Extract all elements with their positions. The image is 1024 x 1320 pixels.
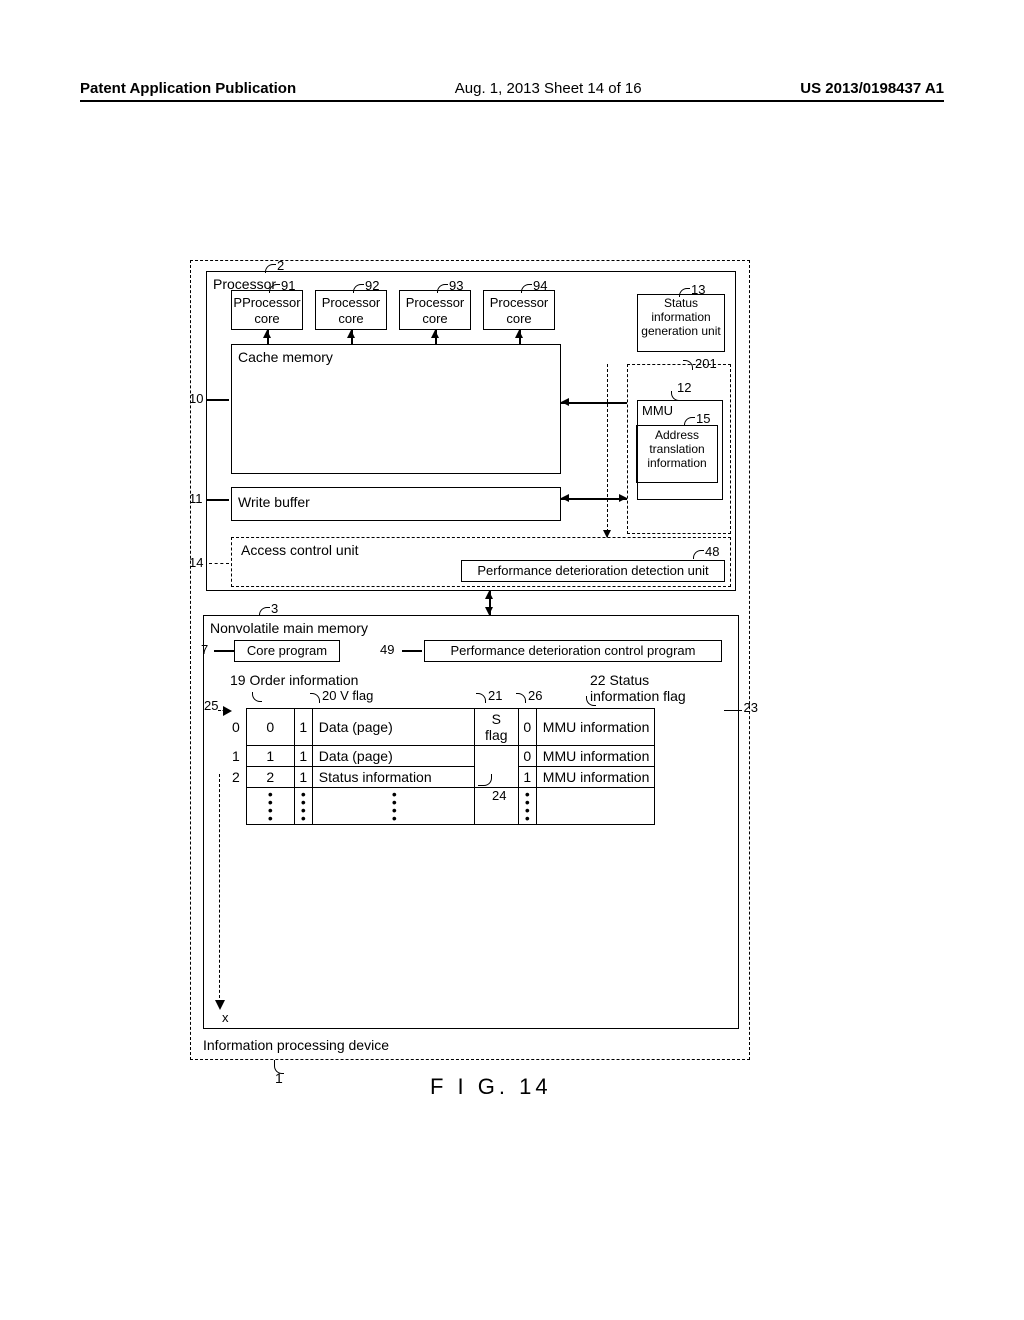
table-row: 1 1 1 Data (page) 0 MMU information	[228, 746, 654, 767]
header-left: Patent Application Publication	[80, 80, 296, 97]
cache-memory: Cache memory	[231, 344, 561, 474]
processor-core-1: PProcessorcore	[231, 290, 303, 330]
diagram: 2 Processor 91 92 93 94 PProcessorcore P…	[190, 260, 750, 1100]
x-label: x	[222, 1010, 229, 1025]
ref-10: 10	[189, 391, 203, 406]
ref-49: 49	[380, 642, 394, 657]
processor-box: Processor 91 92 93 94 PProcessorcore Pro…	[206, 271, 736, 591]
ref-21: 21	[488, 688, 502, 703]
order-info-label: 19 Order information	[230, 672, 358, 688]
ref-15: 15	[696, 411, 710, 426]
table-row: 2 2 1 Status information 1 MMU informati…	[228, 767, 654, 788]
device-label: Information processing device	[203, 1037, 389, 1053]
access-control-unit-label: Access control unit	[241, 542, 359, 558]
processor-core-2: Processorcore	[315, 290, 387, 330]
ref-11: 11	[189, 491, 203, 506]
table-row: 0 0 1 Data (page) S flag 0 MMU informati…	[228, 709, 654, 746]
mmu: MMU 15 Address translation information	[637, 400, 723, 500]
header-center: Aug. 1, 2013 Sheet 14 of 16	[455, 80, 642, 97]
ref-26: 26	[528, 688, 542, 703]
nvmm-label: Nonvolatile main memory	[210, 620, 368, 636]
core-program: Core program	[234, 640, 340, 662]
status-info-gen-unit: Status information generation unit	[637, 294, 725, 352]
ref-7: 7	[201, 642, 208, 657]
processor-core-3: Processorcore	[399, 290, 471, 330]
page-header: Patent Application Publication Aug. 1, 2…	[80, 80, 944, 102]
nonvolatile-main-memory: Nonvolatile main memory 7 Core program 4…	[203, 615, 739, 1029]
table-row-tall: •••• •••• •••• ••••	[228, 788, 654, 825]
index-axis-arrow	[219, 774, 220, 1008]
mmu-label: MMU	[642, 403, 673, 418]
vflag-label: 20 V flag	[322, 688, 373, 703]
memory-table: 0 0 1 Data (page) S flag 0 MMU informati…	[228, 708, 655, 825]
ref-23: 23	[744, 700, 758, 715]
address-translation-info: Address translation information	[636, 425, 718, 483]
ref-3: 3	[271, 601, 278, 616]
ref-48: 48	[705, 544, 719, 559]
status-info-flag-label: 22 Statusinformation flag	[590, 672, 686, 704]
ref-24: 24	[492, 788, 506, 803]
header-right: US 2013/0198437 A1	[800, 80, 944, 97]
ref-1: 1	[275, 1070, 283, 1086]
pd-control-program: Performance deterioration control progra…	[424, 640, 722, 662]
ref-14: 14	[189, 555, 203, 570]
figure-caption: F I G. 14	[430, 1074, 552, 1100]
ref-25: 25	[204, 698, 218, 713]
write-buffer: Write buffer	[231, 487, 561, 521]
information-processing-device: 2 Processor 91 92 93 94 PProcessorcore P…	[190, 260, 750, 1060]
processor-core-4: Processorcore	[483, 290, 555, 330]
performance-deterioration-detection-unit: Performance deterioration detection unit	[461, 560, 725, 582]
